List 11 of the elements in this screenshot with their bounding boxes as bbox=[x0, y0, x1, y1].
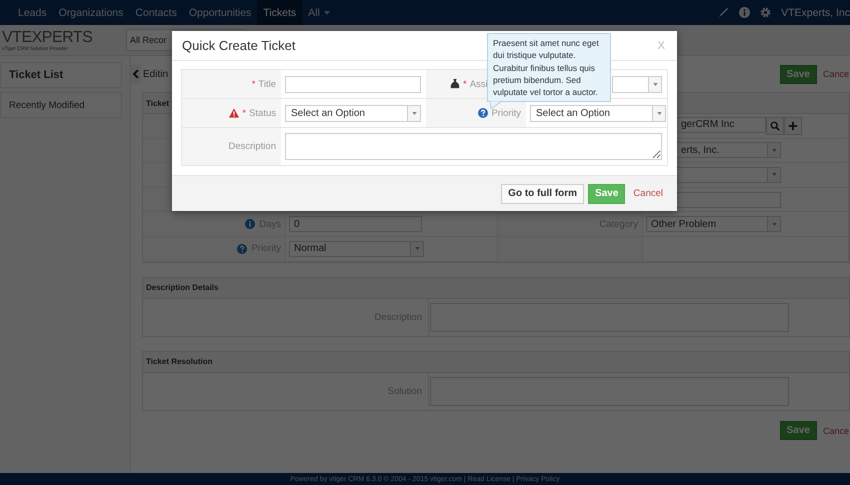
page-heading: Editin bbox=[143, 68, 168, 80]
section-title: Ticket Resolution bbox=[143, 352, 849, 373]
logo-wordmark: VTEXPERTS bbox=[2, 28, 94, 46]
dialog-title: Quick Create Ticket bbox=[182, 38, 296, 53]
required-marker: * bbox=[463, 78, 467, 90]
sidebar-title: Ticket List bbox=[0, 62, 122, 88]
field-label: Description bbox=[228, 141, 276, 152]
field-label: Title bbox=[258, 78, 276, 90]
field-label: Assi bbox=[470, 78, 488, 90]
required-marker: * bbox=[252, 78, 256, 90]
section-title: Description Details bbox=[143, 278, 849, 299]
